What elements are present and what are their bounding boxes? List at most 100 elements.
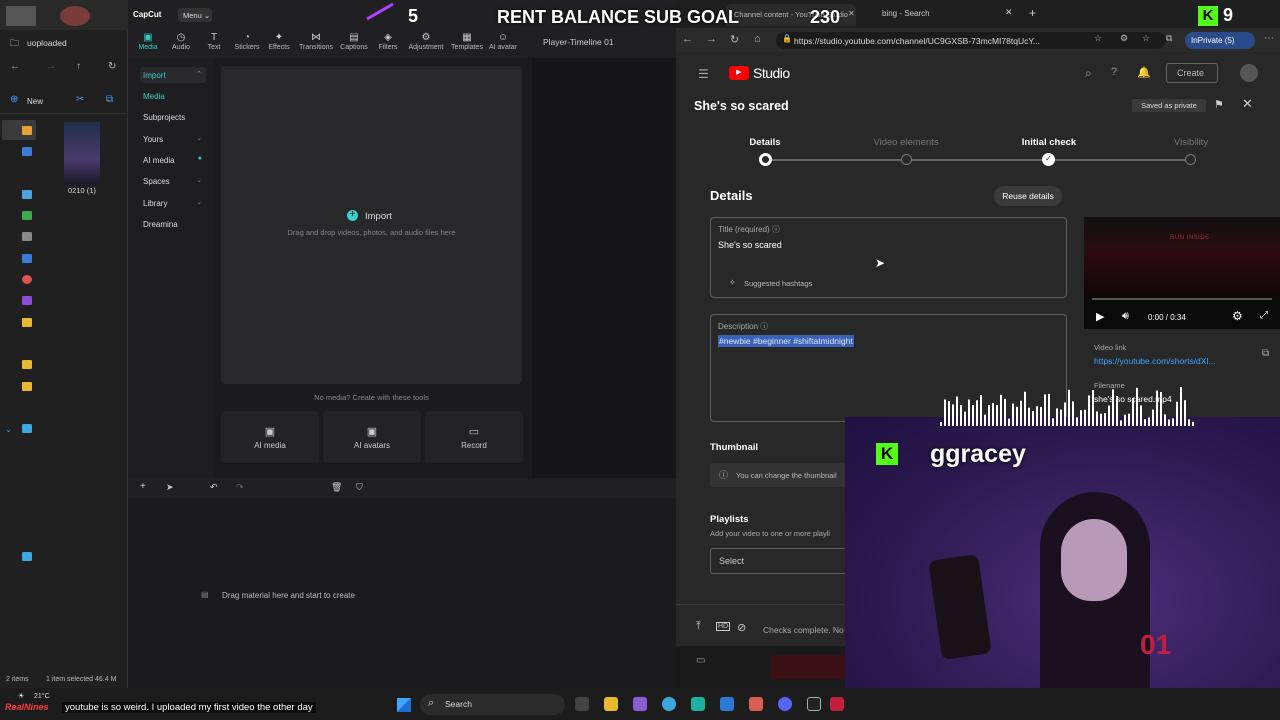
side-media[interactable]: Media [140, 88, 206, 104]
folder-icon[interactable] [22, 360, 32, 369]
videos-icon[interactable] [22, 296, 32, 305]
youtube-logo-icon[interactable]: ▶ [729, 66, 749, 80]
music-icon[interactable] [22, 275, 32, 284]
extension-icon[interactable]: ⚙ [1120, 33, 1128, 44]
forward-icon[interactable]: → [706, 33, 717, 45]
tool-captions[interactable]: ▤ Captions [336, 32, 372, 51]
redo-icon[interactable]: ↷ [236, 482, 244, 493]
new-tab-icon[interactable]: + [1029, 6, 1036, 20]
settings-gear-icon[interactable]: ⚙ [1232, 309, 1243, 323]
feedback-icon[interactable]: ⚑ [1214, 98, 1224, 111]
gallery-icon[interactable] [22, 147, 32, 156]
title-input[interactable]: She's so scared [718, 240, 782, 250]
side-subprojects[interactable]: Subprojects [140, 109, 206, 125]
record-tile[interactable]: ▭ Record [425, 411, 523, 463]
tab-bing[interactable]: bing - Search [882, 9, 930, 18]
video-progress[interactable] [1092, 298, 1272, 300]
close-tab-icon[interactable]: ✕ [1005, 7, 1013, 18]
hd-icon[interactable]: HD [716, 622, 731, 631]
file-thumbnail[interactable] [64, 122, 100, 184]
tool-effects[interactable]: ✦ Effects [261, 32, 297, 51]
favorites-icon[interactable]: ☆ [1142, 33, 1150, 44]
app-taskbar-icon[interactable] [749, 697, 763, 711]
task-view-icon[interactable] [575, 697, 589, 711]
desktop-icon[interactable] [22, 190, 32, 199]
notifications-icon[interactable]: 🔔 [1137, 66, 1151, 79]
tool-stickers[interactable]: ◔ Stickers [229, 32, 265, 51]
new-button[interactable]: New [27, 97, 43, 106]
side-yours[interactable]: Yours ⌄ [140, 131, 206, 147]
edge-private-taskbar-icon[interactable] [691, 697, 705, 711]
capcut-taskbar-icon[interactable] [807, 697, 821, 711]
tool-ai-avatar[interactable]: ☺ AI avatar [485, 32, 521, 51]
copy-icon[interactable]: ⧉ [1262, 348, 1269, 359]
lock-icon[interactable]: 🔒 [782, 34, 792, 43]
shield-icon[interactable]: ⛉ [356, 482, 363, 493]
video-link[interactable]: https://youtube.com/shorts/dXl... [1094, 356, 1215, 366]
reuse-details-button[interactable]: Reuse details [994, 186, 1062, 206]
tool-templates[interactable]: ▦ Templates [448, 32, 486, 51]
tool-adjustment[interactable]: ⚙ Adjustment [407, 32, 445, 51]
suggested-hashtags-button[interactable]: Suggested hashtags [744, 279, 812, 288]
network-icon[interactable] [22, 552, 32, 561]
tool-audio[interactable]: ◷ Audio [163, 32, 199, 51]
tool-filters[interactable]: ◈ Filters [370, 32, 406, 51]
delete-icon[interactable]: 🗑 [331, 482, 342, 493]
url-input[interactable]: https://studio.youtube.com/channel/UC9GX… [776, 32, 1166, 49]
tool-text[interactable]: T Text [196, 32, 232, 51]
playlist-select[interactable]: Select [710, 548, 860, 574]
copy-icon[interactable]: ⧉ [106, 94, 113, 105]
import-button[interactable]: Import [365, 211, 392, 222]
side-library[interactable]: Library ⌄ [140, 195, 206, 211]
ai-media-tile[interactable]: ▣ AI media [221, 411, 319, 463]
description-input[interactable]: #newbie #beginner #shiftatmidnight [718, 335, 854, 347]
up-icon[interactable]: ↑ [76, 61, 81, 72]
cut-icon[interactable]: ✂ [76, 94, 84, 105]
video-preview[interactable]: RUN INSIDE ▶ 🔊︎ 0:00 / 0:34 ⚙ ⤢ [1084, 217, 1280, 329]
media-import-panel[interactable]: + Import Drag and drop videos, photos, a… [221, 66, 522, 384]
side-ai-media[interactable]: AI media ● [140, 152, 206, 168]
file-name[interactable]: 0210 (1) [68, 186, 96, 195]
inprivate-badge[interactable]: InPrivate (5) [1185, 32, 1255, 49]
forward-icon[interactable]: → [46, 61, 56, 72]
step-initial-check[interactable]: Initial check [994, 137, 1104, 148]
search-icon[interactable]: ⌕ [1085, 66, 1092, 81]
help-icon[interactable]: ? [1111, 66, 1117, 78]
app-taskbar-icon[interactable] [830, 697, 844, 711]
new-icon[interactable]: ⊕ [10, 94, 18, 105]
avatar[interactable] [1240, 64, 1258, 82]
back-icon[interactable]: ← [10, 61, 20, 72]
volume-icon[interactable]: 🔊︎ [1122, 310, 1129, 323]
documents-icon[interactable] [22, 232, 32, 241]
folder-icon[interactable] [22, 318, 32, 327]
step-video-elements[interactable]: Video elements [851, 137, 961, 148]
this-pc-icon[interactable] [22, 424, 32, 433]
windows-start-icon[interactable] [397, 698, 411, 712]
discord-taskbar-icon[interactable] [778, 697, 792, 711]
expand-chevron-icon[interactable]: ⌄ [5, 425, 12, 434]
select-tool-icon[interactable]: ➤ [166, 482, 174, 493]
fullscreen-icon[interactable]: ⤢ [1260, 310, 1268, 321]
home-icon[interactable]: ⌂ [754, 33, 761, 45]
side-spaces[interactable]: Spaces ⌄ [140, 173, 206, 189]
step-details[interactable]: Details [710, 137, 820, 148]
checks-icon[interactable]: ⊘ [737, 621, 746, 634]
taskbar-search[interactable]: ⌕ Search [420, 694, 565, 715]
refresh-icon[interactable]: ↻ [108, 61, 116, 72]
title-field[interactable]: Title (required) ⓘ She's so scared ✧ Sug… [710, 217, 1067, 298]
add-track-icon[interactable]: + [140, 481, 146, 492]
weather-icon[interactable]: ☀ [18, 692, 24, 700]
tool-transitions[interactable]: ⋈ Transitions [298, 32, 334, 51]
downloads-icon[interactable] [22, 211, 32, 220]
app-taskbar-icon[interactable] [720, 697, 734, 711]
file-explorer-taskbar-icon[interactable] [604, 697, 618, 711]
refresh-icon[interactable]: ↻ [730, 33, 739, 46]
edge-taskbar-icon[interactable] [662, 697, 676, 711]
star-icon[interactable]: ☆ [1094, 33, 1102, 44]
hamburger-menu-icon[interactable]: ☰ [698, 67, 709, 81]
close-tab-icon[interactable]: ✕ [848, 9, 855, 18]
play-icon[interactable]: ▶ [1096, 310, 1104, 323]
app-taskbar-icon[interactable] [633, 697, 647, 711]
undo-icon[interactable]: ↶ [210, 482, 218, 493]
side-import[interactable]: Import ⌃ [140, 67, 206, 83]
